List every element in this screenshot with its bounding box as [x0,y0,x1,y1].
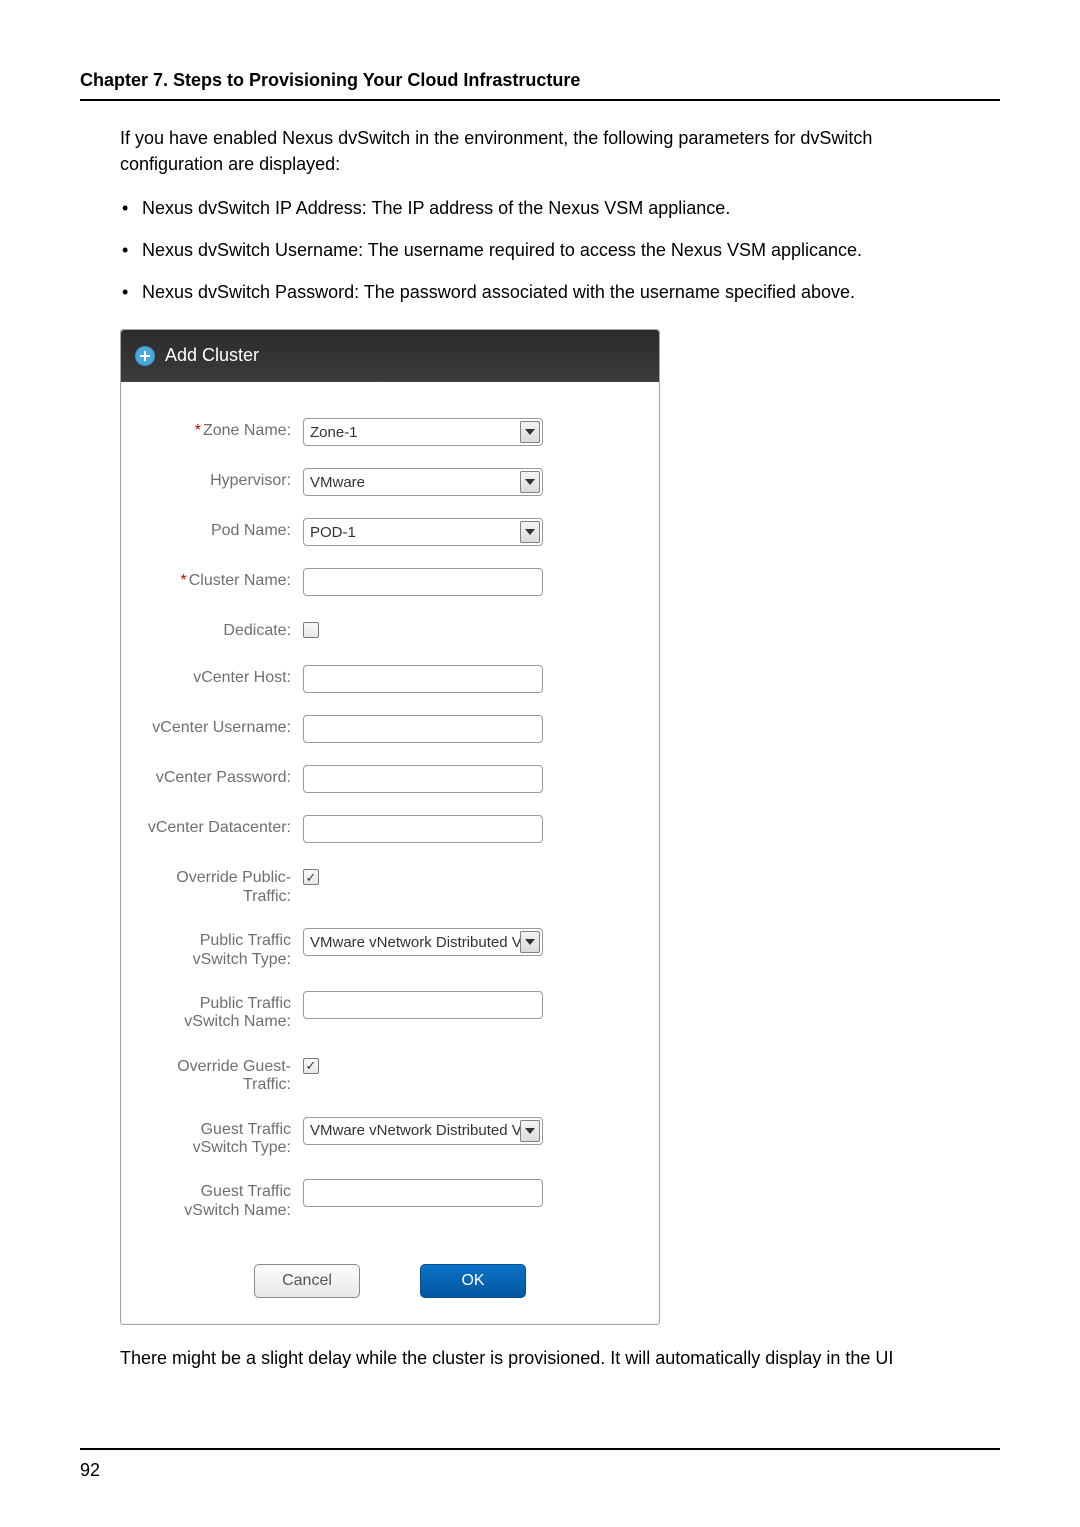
override-public-checkbox[interactable] [303,869,319,885]
vcenter-datacenter-label: vCenter Datacenter: [143,815,303,837]
pod-name-select[interactable]: POD-1 [303,518,543,546]
vcenter-host-input[interactable] [303,665,543,693]
guest-vswitch-type-label: Guest Traffic vSwitch Type: [143,1117,303,1158]
guest-vswitch-name-input[interactable] [303,1179,543,1207]
vcenter-datacenter-input[interactable] [303,815,543,843]
dialog-footer: Cancel OK [121,1242,659,1324]
override-guest-label: Override Guest- Traffic: [143,1054,303,1095]
chevron-down-icon[interactable] [520,521,540,543]
chevron-down-icon[interactable] [520,931,540,953]
zone-name-value: Zone-1 [310,424,358,441]
override-public-label: Override Public- Traffic: [143,865,303,906]
vcenter-username-label: vCenter Username: [143,715,303,737]
public-vswitch-type-value: VMware vNetwork Distributed Virtu [310,934,520,951]
bullet-list: Nexus dvSwitch IP Address: The IP addres… [120,195,980,305]
vcenter-host-label: vCenter Host: [143,665,303,687]
chevron-down-icon[interactable] [520,1120,540,1142]
hypervisor-label: Hypervisor: [143,468,303,490]
guest-vswitch-type-value: VMware vNetwork Distributed Virtu [310,1122,520,1139]
dialog-header: Add Cluster [121,330,659,382]
dedicate-label: Dedicate: [143,618,303,640]
cluster-name-input[interactable] [303,568,543,596]
chapter-title: Chapter 7. Steps to Provisioning Your Cl… [80,70,1000,91]
vcenter-username-input[interactable] [303,715,543,743]
hypervisor-value: VMware [310,474,365,491]
divider-bottom [80,1448,1000,1450]
public-vswitch-name-input[interactable] [303,991,543,1019]
chevron-down-icon[interactable] [520,471,540,493]
vcenter-password-label: vCenter Password: [143,765,303,787]
cluster-name-label: *Cluster Name: [143,568,303,590]
dedicate-checkbox[interactable] [303,622,319,638]
zone-name-select[interactable]: Zone-1 [303,418,543,446]
divider-top [80,99,1000,101]
after-paragraph: There might be a slight delay while the … [120,1345,980,1371]
zone-name-label: *Zone Name: [143,418,303,440]
public-vswitch-type-label: Public Traffic vSwitch Type: [143,928,303,969]
guest-vswitch-type-select[interactable]: VMware vNetwork Distributed Virtu [303,1117,543,1145]
list-item: Nexus dvSwitch Username: The username re… [120,237,980,263]
public-vswitch-name-label: Public Traffic vSwitch Name: [143,991,303,1032]
pod-name-label: Pod Name: [143,518,303,540]
chevron-down-icon[interactable] [520,421,540,443]
list-item: Nexus dvSwitch IP Address: The IP addres… [120,195,980,221]
public-vswitch-type-select[interactable]: VMware vNetwork Distributed Virtu [303,928,543,956]
cancel-button[interactable]: Cancel [254,1264,360,1298]
guest-vswitch-name-label: Guest Traffic vSwitch Name: [143,1179,303,1220]
plus-icon [135,346,155,366]
dialog-body: *Zone Name: Zone-1 Hypervisor: VMware [121,382,659,1220]
intro-paragraph: If you have enabled Nexus dvSwitch in th… [120,125,980,177]
hypervisor-select[interactable]: VMware [303,468,543,496]
ok-button[interactable]: OK [420,1264,526,1298]
override-guest-checkbox[interactable] [303,1058,319,1074]
pod-name-value: POD-1 [310,524,356,541]
page-number: 92 [80,1460,1000,1481]
dialog-title: Add Cluster [165,345,259,366]
list-item: Nexus dvSwitch Password: The password as… [120,279,980,305]
vcenter-password-input[interactable] [303,765,543,793]
add-cluster-dialog: Add Cluster *Zone Name: Zone-1 Hyperviso… [120,329,660,1325]
